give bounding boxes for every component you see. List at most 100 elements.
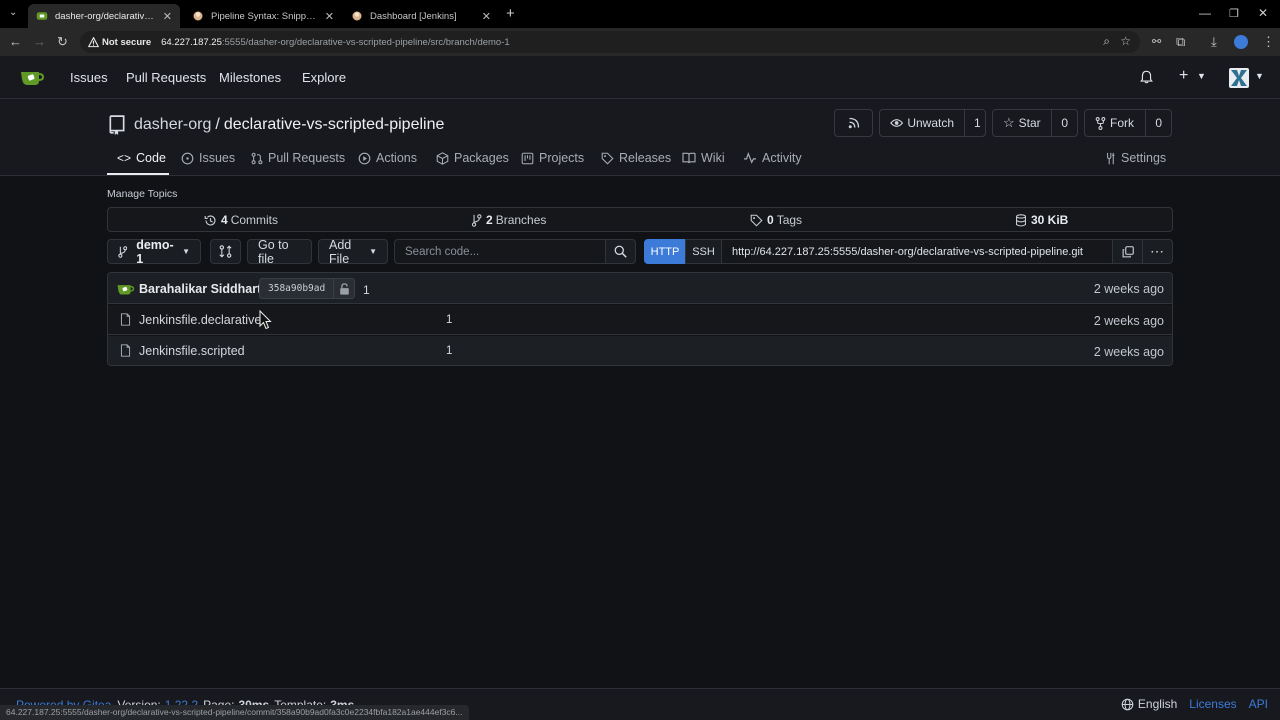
maximize-icon[interactable]: ❐: [1229, 7, 1239, 20]
tab-search-icon[interactable]: ⌄: [9, 7, 17, 18]
close-icon[interactable]: ✕: [482, 10, 491, 23]
star-button[interactable]: ☆ Star: [993, 110, 1051, 136]
branch-icon: [118, 245, 128, 258]
browser-menu-icon[interactable]: ⋮: [1262, 34, 1275, 50]
pull-request-icon: [251, 152, 263, 164]
manage-topics-link[interactable]: Manage Topics: [107, 188, 177, 200]
chevron-down-icon[interactable]: ▼: [1197, 71, 1206, 81]
minimize-icon[interactable]: —: [1199, 6, 1211, 20]
tags-stat[interactable]: 0 Tags: [750, 213, 802, 227]
forward-icon[interactable]: →: [33, 34, 46, 50]
star-count[interactable]: 0: [1051, 110, 1077, 136]
nav-issues[interactable]: Issues: [70, 70, 108, 85]
chevron-down-icon[interactable]: ▼: [1255, 71, 1264, 81]
profile-avatar-icon[interactable]: [1234, 35, 1248, 49]
compare-icon: [219, 245, 232, 258]
new-tab-button[interactable]: +: [506, 5, 515, 22]
download-icon[interactable]: ⤓: [1211, 34, 1217, 50]
commits-label: Commits: [230, 213, 279, 227]
user-avatar[interactable]: [1229, 68, 1249, 88]
tab-releases[interactable]: Releases: [601, 151, 671, 165]
fork-button-group: Fork 0: [1084, 109, 1172, 137]
repo-header: dasher-org / declarative-vs-scripted-pip…: [0, 99, 1280, 176]
browser-tab-jenkins-dashboard[interactable]: Dashboard [Jenkins] ✕: [343, 4, 499, 28]
gitea-logo-icon[interactable]: [20, 69, 44, 87]
browser-tab-gitea[interactable]: dasher-org/declarative-vs-scrip ✕: [28, 4, 180, 28]
file-row[interactable]: Jenkinsfile.scripted 1 2 weeks ago: [108, 336, 1172, 365]
commit-sha-badge[interactable]: 358a90b9ad: [259, 278, 355, 299]
http-clone-button[interactable]: HTTP: [644, 239, 686, 264]
tab-projects[interactable]: Projects: [521, 151, 584, 165]
commits-count: 4: [221, 213, 228, 227]
fork-button[interactable]: Fork: [1085, 110, 1145, 136]
more-options-button[interactable]: ⋯: [1142, 239, 1173, 264]
add-file-dropdown[interactable]: Add File ▼: [318, 238, 388, 266]
active-tab-underline: [107, 173, 169, 175]
compare-button[interactable]: [210, 239, 241, 264]
tab-activity[interactable]: Activity: [743, 151, 802, 165]
rss-icon: [848, 117, 859, 129]
extensions-icon[interactable]: ⧉: [1176, 34, 1185, 50]
nav-explore[interactable]: Explore: [302, 70, 346, 85]
tab-actions[interactable]: Actions: [358, 151, 417, 165]
notification-bell-icon[interactable]: [1140, 70, 1153, 84]
api-link[interactable]: API: [1249, 697, 1268, 711]
commit-sha: 358a90b9ad: [268, 283, 326, 294]
zoom-icon[interactable]: ⌕: [1103, 34, 1110, 49]
more-horizontal-icon: ⋯: [1150, 243, 1165, 259]
tab-pull-requests[interactable]: Pull Requests: [251, 151, 345, 165]
browser-tabstrip: ⌄ dasher-org/declarative-vs-scrip ✕ Pipe…: [0, 0, 1280, 28]
commits-stat[interactable]: 4 Commits: [204, 213, 278, 227]
window-close-icon[interactable]: ✕: [1258, 6, 1268, 20]
bookmark-star-icon[interactable]: ☆: [1120, 34, 1131, 48]
create-new-button[interactable]: +: [1179, 67, 1188, 85]
size-stat[interactable]: 30 KiB: [1015, 213, 1071, 227]
search-button[interactable]: [605, 239, 636, 264]
address-bar[interactable]: Not secure 64.227.187.25:5555/dasher-org…: [80, 31, 1140, 53]
tab-settings[interactable]: Settings: [1104, 151, 1166, 165]
code-icon: <>: [117, 151, 132, 165]
nav-pull-requests[interactable]: Pull Requests: [126, 70, 206, 85]
history-icon: [204, 214, 216, 226]
clone-url-input[interactable]: http://64.227.187.25:5555/dasher-org/dec…: [721, 239, 1113, 264]
tab-packages[interactable]: Packages: [436, 151, 509, 165]
ssh-clone-button[interactable]: SSH: [685, 239, 722, 264]
nav-milestones[interactable]: Milestones: [219, 70, 281, 85]
file-commit-message[interactable]: 1: [446, 314, 452, 326]
repo-name-link[interactable]: declarative-vs-scripted-pipeline: [224, 116, 445, 134]
copy-url-button[interactable]: [1112, 239, 1143, 264]
search-code-input[interactable]: Search code...: [394, 239, 606, 264]
tab-label: Issues: [199, 151, 236, 165]
tab-issues[interactable]: Issues: [181, 151, 235, 165]
file-name-link[interactable]: Jenkinsfile.declarative: [139, 313, 261, 327]
repo-content: Manage Topics 4 Commits 2 Branches 0 Tag…: [0, 176, 1280, 688]
fork-count[interactable]: 0: [1145, 110, 1171, 136]
identicon-icon: [1231, 70, 1247, 86]
branch-selector[interactable]: demo-1 ▼: [107, 238, 201, 266]
project-board-icon: [521, 152, 534, 164]
close-icon[interactable]: ✕: [163, 10, 172, 23]
go-to-file-button[interactable]: Go to file: [247, 237, 312, 266]
licenses-link[interactable]: Licenses: [1189, 697, 1236, 711]
gitea-avatar-icon: [117, 285, 135, 295]
file-name-link[interactable]: Jenkinsfile.scripted: [139, 344, 245, 358]
file-commit-message[interactable]: 1: [446, 345, 452, 357]
commit-author[interactable]: Barahalikar Siddharth: [139, 282, 269, 296]
branches-stat[interactable]: 2 Branches: [471, 213, 546, 227]
extensions-link-icon[interactable]: ⚯: [1152, 34, 1161, 50]
back-icon[interactable]: ←: [9, 34, 22, 50]
browser-status-url: 64.227.187.25:5555/dasher-org/declarativ…: [0, 705, 469, 720]
reload-icon[interactable]: ↻: [57, 34, 68, 50]
tag-icon: [750, 214, 763, 227]
tab-code[interactable]: <> Code: [117, 151, 166, 165]
browser-tab-jenkins-syntax[interactable]: Pipeline Syntax: Snippet Genera ✕: [184, 4, 342, 28]
rss-button[interactable]: [834, 109, 873, 137]
repo-owner-link[interactable]: dasher-org: [134, 116, 211, 134]
tab-wiki[interactable]: Wiki: [682, 151, 725, 165]
language-selector[interactable]: English: [1138, 697, 1177, 711]
watch-count[interactable]: 1: [964, 110, 990, 136]
close-icon[interactable]: ✕: [325, 10, 334, 23]
commit-message[interactable]: 1: [363, 283, 370, 297]
go-to-file-label: Go to file: [258, 237, 289, 266]
unwatch-button[interactable]: Unwatch: [880, 110, 964, 136]
